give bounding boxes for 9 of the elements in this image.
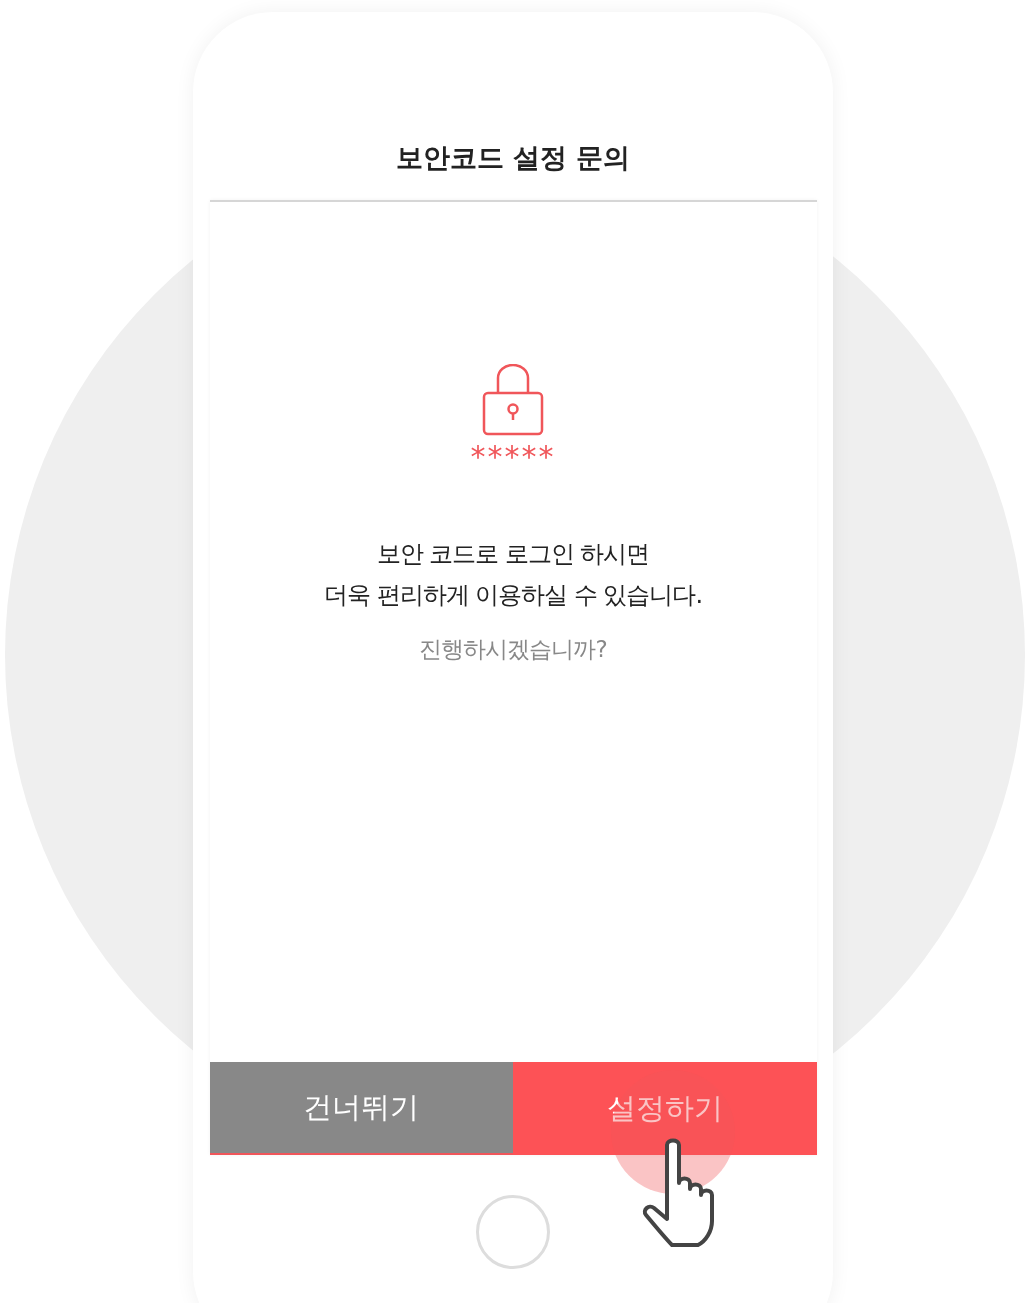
skip-button[interactable]: 건너뛰기 (209, 1062, 513, 1155)
home-button[interactable] (476, 1195, 550, 1269)
message-text: 더욱 편리하게 이용하실 수 있습니다. (323, 580, 703, 611)
confirm-button[interactable]: 설정하기 (513, 1062, 817, 1155)
masked-code: ***** (470, 442, 556, 472)
screen-title: 보안코드 설정 문의 (395, 141, 631, 175)
lock-icon (482, 364, 544, 436)
message-text: 보안 코드로 로그인 하시면 (375, 539, 651, 570)
question-text: 진행하시겠습니까? (419, 635, 607, 664)
